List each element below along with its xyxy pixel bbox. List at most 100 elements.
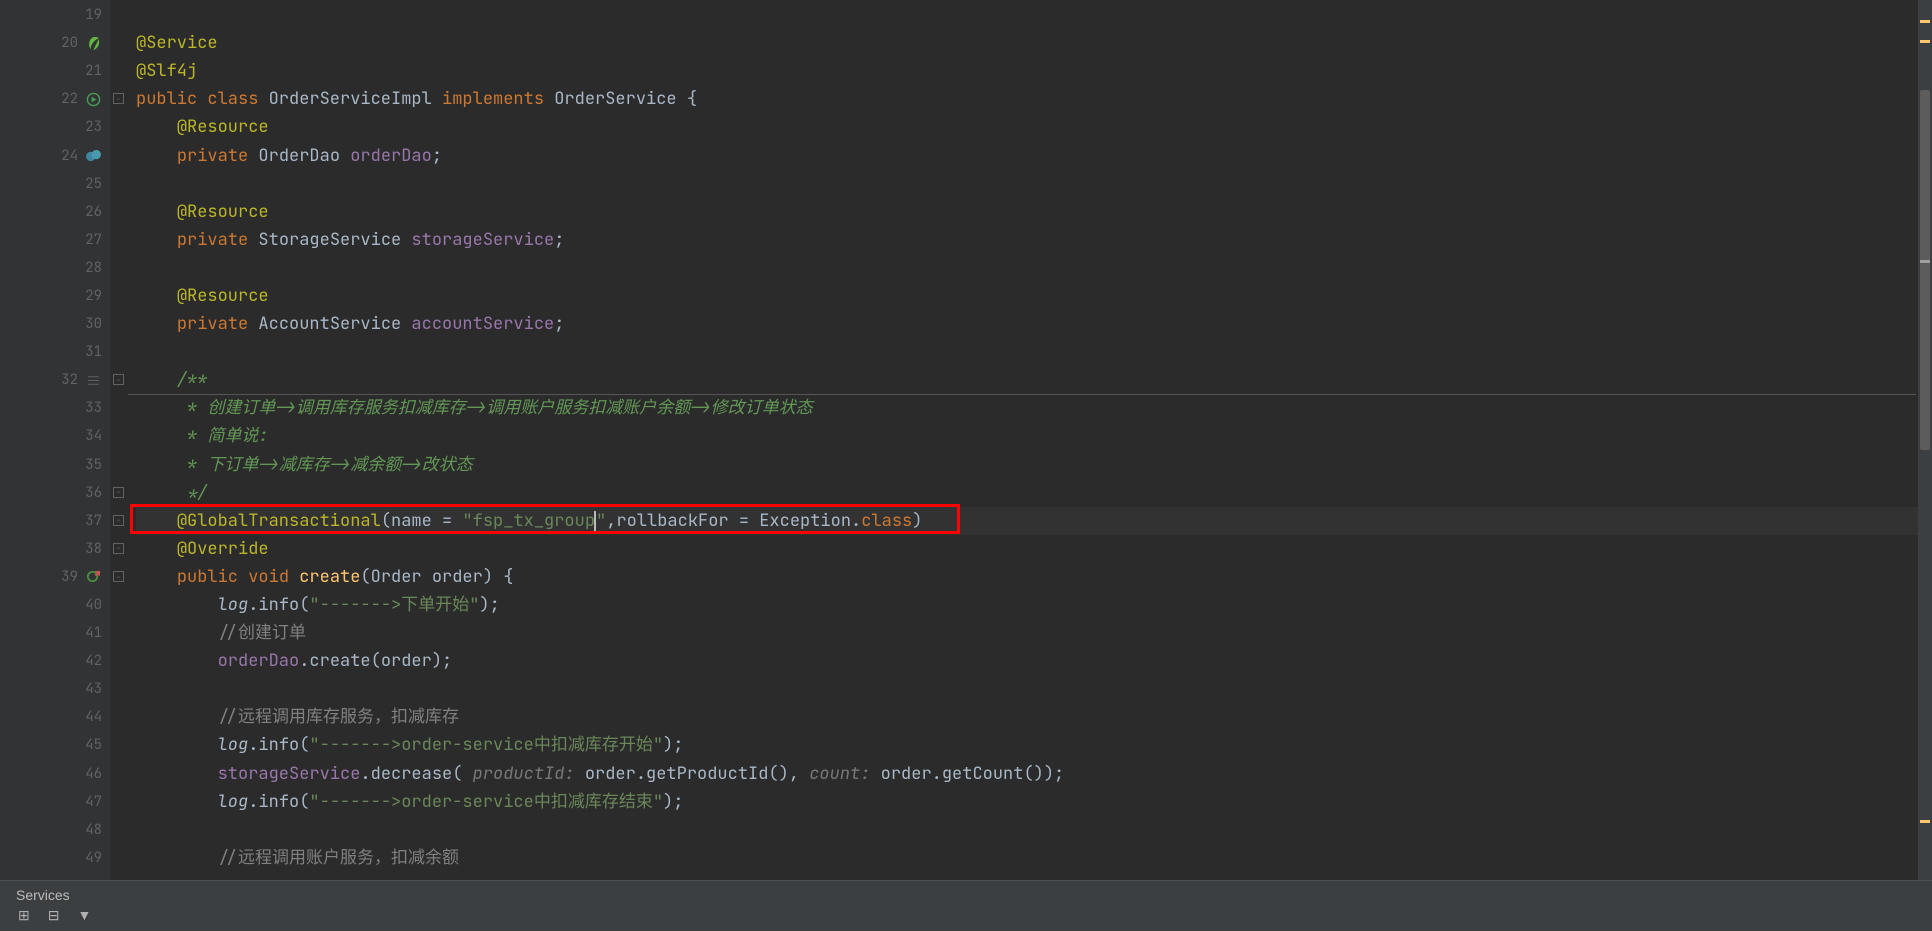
code-editor[interactable]: 19 20 21 22 23 24 25 26 27 28 29 30 31 32 33 34 35 36 37 38…: [0, 0, 1932, 880]
caret-stripe[interactable]: [1920, 260, 1930, 263]
line-number[interactable]: 27: [74, 231, 102, 249]
line-number[interactable]: 28: [74, 259, 102, 277]
line-number[interactable]: 30: [74, 315, 102, 333]
code-line[interactable]: /**: [136, 366, 1932, 394]
gutter-row[interactable]: 19: [0, 1, 110, 29]
run-green-icon[interactable]: [84, 90, 102, 108]
line-number[interactable]: 26: [74, 203, 102, 221]
line-number[interactable]: 40: [74, 596, 102, 614]
code-line[interactable]: //远程调用账户服务，扣减余额: [136, 844, 1932, 872]
code-line[interactable]: [136, 254, 1932, 282]
warning-stripe[interactable]: [1920, 820, 1930, 823]
line-number[interactable]: 31: [74, 343, 102, 361]
line-number[interactable]: 19: [74, 6, 102, 24]
scrollbar-thumb[interactable]: [1920, 90, 1930, 450]
gutter-row[interactable]: 40: [0, 591, 110, 619]
gutter-row[interactable]: 24: [0, 141, 110, 169]
code-line[interactable]: log.info("------->order-service中扣减库存开始")…: [136, 731, 1932, 759]
code-line[interactable]: private OrderDao orderDao;: [136, 141, 1932, 169]
code-line[interactable]: @Resource: [136, 282, 1932, 310]
services-tool-window[interactable]: Services ⊞ ⊟ ▼: [0, 880, 1932, 931]
line-number[interactable]: 36: [74, 484, 102, 502]
gutter-row[interactable]: 21: [0, 57, 110, 85]
line-number[interactable]: 43: [74, 680, 102, 698]
code-line[interactable]: [136, 170, 1932, 198]
gutter-row[interactable]: 37: [0, 507, 110, 535]
line-number[interactable]: 41: [74, 624, 102, 642]
line-number[interactable]: 23: [74, 118, 102, 136]
code-line[interactable]: @Override: [136, 535, 1932, 563]
line-number[interactable]: 21: [74, 62, 102, 80]
gutter-row[interactable]: 36: [0, 479, 110, 507]
line-number[interactable]: 37: [74, 512, 102, 530]
line-number[interactable]: 48: [74, 821, 102, 839]
gutter-row[interactable]: 34: [0, 422, 110, 450]
fold-toggle-icon[interactable]: −: [113, 515, 124, 526]
gutter-row[interactable]: 44: [0, 703, 110, 731]
gutter-row[interactable]: 49: [0, 844, 110, 872]
gutter-row[interactable]: 31: [0, 338, 110, 366]
code-line[interactable]: [136, 1, 1932, 29]
gutter-row[interactable]: 33: [0, 394, 110, 422]
line-number[interactable]: 20: [50, 34, 78, 52]
line-number[interactable]: 45: [74, 736, 102, 754]
bean-icon[interactable]: [84, 147, 102, 165]
warning-stripe[interactable]: [1920, 20, 1930, 23]
fold-toggle-icon[interactable]: −: [113, 571, 124, 582]
line-number[interactable]: 34: [74, 427, 102, 445]
code-line[interactable]: orderDao.create(order);: [136, 647, 1932, 675]
gutter-row[interactable]: 29: [0, 282, 110, 310]
code-line[interactable]: @Slf4j: [136, 57, 1932, 85]
line-number[interactable]: 47: [74, 793, 102, 811]
gutter-row[interactable]: 22: [0, 85, 110, 113]
collapse-all-icon[interactable]: ⊟: [48, 907, 60, 924]
code-line[interactable]: log.info("------->下单开始");: [136, 591, 1932, 619]
line-number[interactable]: 33: [74, 399, 102, 417]
gutter-row[interactable]: 28: [0, 254, 110, 282]
gutter-row[interactable]: 43: [0, 675, 110, 703]
fold-toggle-icon[interactable]: −: [113, 93, 124, 104]
fold-toggle-icon[interactable]: −: [113, 543, 124, 554]
gutter-row[interactable]: 42: [0, 647, 110, 675]
code-line[interactable]: * 下订单->减库存->减余额->改状态: [136, 451, 1932, 479]
line-number[interactable]: 42: [74, 652, 102, 670]
code-line[interactable]: [136, 816, 1932, 844]
gutter-row[interactable]: 41: [0, 619, 110, 647]
code-line[interactable]: log.info("------->order-service中扣减库存结束")…: [136, 788, 1932, 816]
override-icon[interactable]: [84, 568, 102, 586]
gutter-row[interactable]: 30: [0, 310, 110, 338]
gutter-row[interactable]: 26: [0, 198, 110, 226]
gutter-row[interactable]: 27: [0, 226, 110, 254]
code-line[interactable]: */: [136, 479, 1932, 507]
gutter-row[interactable]: 20: [0, 29, 110, 57]
line-number[interactable]: 32: [50, 371, 78, 389]
fold-toggle-icon[interactable]: −: [113, 374, 124, 385]
filter-icon[interactable]: ▼: [77, 907, 91, 924]
line-number[interactable]: 25: [74, 175, 102, 193]
gutter-row[interactable]: 25: [0, 170, 110, 198]
gutter-row[interactable]: 39: [0, 563, 110, 591]
code-line[interactable]: //创建订单: [136, 619, 1932, 647]
expand-all-icon[interactable]: ⊞: [18, 907, 30, 924]
gutter-row[interactable]: 45: [0, 731, 110, 759]
code-line[interactable]: public class OrderServiceImpl implements…: [136, 85, 1932, 113]
code-line[interactable]: @GlobalTransactional(name = "fsp_tx_grou…: [136, 507, 1932, 535]
code-line[interactable]: private AccountService accountService;: [136, 310, 1932, 338]
gutter-row[interactable]: 23: [0, 113, 110, 141]
gutter-row[interactable]: 38: [0, 535, 110, 563]
code-line[interactable]: * 创建订单->调用库存服务扣减库存->调用账户服务扣减账户余额->修改订单状态: [136, 394, 1932, 422]
code-line[interactable]: public void create(Order order) {: [136, 563, 1932, 591]
line-number[interactable]: 29: [74, 287, 102, 305]
fold-column[interactable]: −−−−−−: [110, 0, 128, 880]
warning-stripe[interactable]: [1920, 40, 1930, 43]
line-number[interactable]: 49: [74, 849, 102, 867]
code-area[interactable]: @Service@Slf4jpublic class OrderServiceI…: [128, 0, 1932, 880]
line-number[interactable]: 24: [50, 147, 78, 165]
line-number[interactable]: 22: [50, 90, 78, 108]
gutter-row[interactable]: 35: [0, 451, 110, 479]
line-number[interactable]: 46: [74, 765, 102, 783]
line-sep-icon[interactable]: [84, 371, 102, 389]
line-number[interactable]: 38: [74, 540, 102, 558]
line-number[interactable]: 35: [74, 456, 102, 474]
code-line[interactable]: @Service: [136, 29, 1932, 57]
